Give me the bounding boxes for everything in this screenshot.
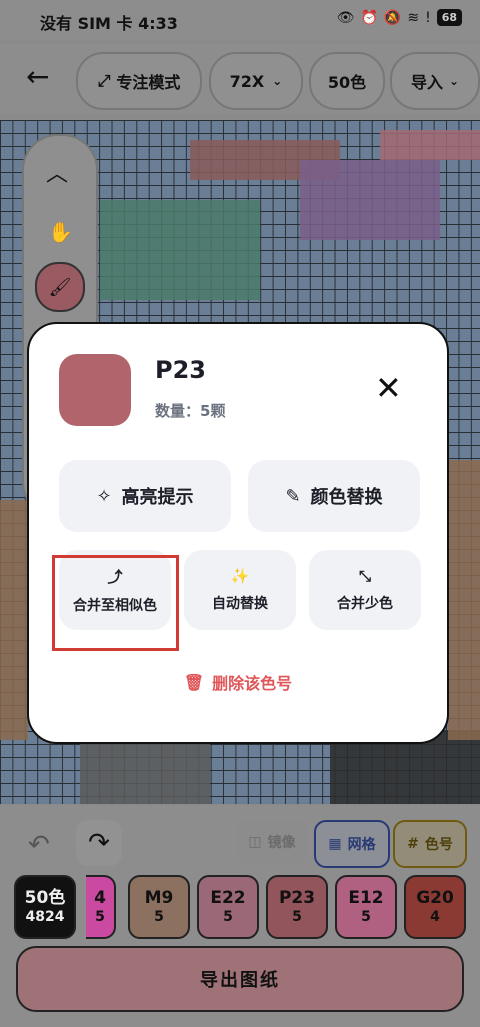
mirror-label: 镜像 bbox=[267, 835, 296, 851]
status-bar: 没有 SIM 卡 4:33 👁 ⏰ 🔕 ≋ ! 68 bbox=[0, 0, 480, 40]
merge-few-button[interactable]: ⤡ 合并少色 bbox=[309, 550, 421, 630]
auto-replace-button[interactable]: ✨ 自动替换 bbox=[184, 550, 296, 630]
swatch-count: 5 bbox=[154, 909, 164, 925]
swatch-code: G20 bbox=[416, 888, 454, 908]
eye-icon: 👁 bbox=[336, 9, 355, 26]
delete-color-label: 删除该色号 bbox=[212, 674, 293, 693]
swatch-code: 4 bbox=[94, 888, 106, 908]
mute-icon: 🔕 bbox=[383, 9, 402, 26]
focus-mode-label: 专注模式 bbox=[116, 73, 181, 92]
quantity-label: 数量： bbox=[155, 402, 201, 420]
mirror-icon: ◫ bbox=[248, 834, 262, 850]
size-label: 72X bbox=[229, 71, 265, 91]
chevron-down-icon: ⌄ bbox=[448, 74, 460, 88]
swatch-count: 4824 bbox=[25, 909, 65, 925]
alarm-icon: ⏰ bbox=[360, 9, 378, 26]
hand-icon[interactable]: ✋ bbox=[48, 220, 73, 244]
swatch-code: M9 bbox=[144, 888, 174, 908]
top-toolbar: ← ⤢ 专注模式 72X ⌄ 50色 导入 ⌄ bbox=[0, 44, 480, 114]
mirror-toggle[interactable]: ◫ 镜像 bbox=[236, 820, 308, 864]
focus-mode-button[interactable]: ⤢ 专注模式 bbox=[76, 52, 202, 110]
swatch-code: E12 bbox=[348, 888, 384, 908]
wifi-icon: ≋ bbox=[407, 9, 420, 26]
sparkle-icon: ✧ bbox=[96, 485, 112, 507]
swatch-item-selected[interactable]: P23 5 bbox=[266, 875, 328, 939]
brush-tool-button[interactable]: 🖌 bbox=[35, 262, 85, 312]
swatch-total[interactable]: 50色 4824 bbox=[14, 875, 76, 939]
undo-icon[interactable]: ↶ bbox=[28, 830, 50, 860]
color-code-label: 色号 bbox=[424, 837, 453, 853]
swatch-count: 4 bbox=[430, 909, 440, 925]
highlight-label: 高亮提示 bbox=[121, 487, 194, 508]
quantity-text: 数量：5颗 bbox=[155, 400, 225, 421]
swatch-item[interactable]: 4 5 bbox=[86, 875, 116, 939]
replace-color-button[interactable]: ✎ 颜色替换 bbox=[248, 460, 420, 532]
brush-icon: 🖌 bbox=[48, 276, 72, 298]
swatch-code: 50色 bbox=[24, 888, 66, 908]
trash-icon: 🗑 bbox=[183, 672, 205, 692]
shrink-icon: ⤡ bbox=[358, 567, 371, 585]
redo-icon: ↷ bbox=[88, 828, 110, 858]
grid-toggle[interactable]: ▦ 网格 bbox=[314, 820, 390, 868]
swatch-item[interactable]: M9 5 bbox=[128, 875, 190, 939]
delete-color-button[interactable]: 🗑 删除该色号 bbox=[29, 670, 447, 694]
close-icon[interactable]: ✕ bbox=[375, 372, 402, 404]
bottom-panel: ↶ ↷ ◫ 镜像 ▦ 网格 # 色号 50色 4824 4 5 M9 5 E22… bbox=[0, 805, 480, 1027]
export-pattern-button[interactable]: 导出图纸 bbox=[16, 946, 464, 1012]
quantity-value: 5颗 bbox=[200, 402, 226, 420]
swatch-count: 5 bbox=[361, 909, 371, 925]
eyedropper-icon: ✎ bbox=[285, 485, 301, 507]
chevron-up-icon[interactable]: ︿ bbox=[46, 156, 68, 188]
color-detail-dialog: P23 数量：5颗 ✕ ✧ 高亮提示 ✎ 颜色替换 ⤴ 合并至相似色 ✨ 自动替… bbox=[27, 322, 449, 744]
swatch-count: 5 bbox=[95, 909, 105, 925]
auto-replace-label: 自动替换 bbox=[212, 596, 268, 612]
status-icons: 👁 ⏰ 🔕 ≋ ! 68 bbox=[337, 9, 462, 26]
highlight-button[interactable]: ✧ 高亮提示 bbox=[59, 460, 231, 532]
replace-color-label: 颜色替换 bbox=[310, 487, 383, 508]
swatch-item[interactable]: E22 5 bbox=[197, 875, 259, 939]
size-dropdown[interactable]: 72X ⌄ bbox=[209, 52, 303, 110]
battery-icon: 68 bbox=[436, 9, 462, 26]
color-code-title: P23 bbox=[155, 356, 206, 384]
colors-button[interactable]: 50色 bbox=[309, 52, 385, 110]
selected-color-swatch bbox=[59, 354, 131, 426]
swatch-code: P23 bbox=[278, 888, 316, 908]
import-dropdown[interactable]: 导入 ⌄ bbox=[390, 52, 480, 110]
swatch-count: 5 bbox=[223, 909, 233, 925]
magic-wand-icon: ✨ bbox=[230, 567, 250, 585]
grid-icon: ▦ bbox=[328, 836, 342, 852]
merge-few-label: 合并少色 bbox=[337, 596, 393, 612]
status-carrier-time: 没有 SIM 卡 4:33 bbox=[40, 14, 178, 33]
redo-button[interactable]: ↷ bbox=[76, 820, 122, 866]
grid-label: 网格 bbox=[347, 837, 376, 853]
annotation-highlight-box bbox=[52, 555, 179, 651]
swatch-item[interactable]: E12 5 bbox=[335, 875, 397, 939]
alert-icon: ! bbox=[425, 9, 431, 26]
back-arrow-icon[interactable]: ← bbox=[26, 60, 49, 93]
import-label: 导入 bbox=[410, 73, 443, 92]
swatch-code: E22 bbox=[210, 888, 246, 908]
color-swatch-bar: 50色 4824 4 5 M9 5 E22 5 P23 5 E12 5 G20 … bbox=[14, 875, 480, 939]
colors-label: 50色 bbox=[327, 73, 367, 92]
swatch-count: 5 bbox=[292, 909, 302, 925]
expand-icon: ⤢ bbox=[97, 71, 111, 90]
hash-icon: # bbox=[407, 836, 419, 852]
swatch-item[interactable]: G20 4 bbox=[404, 875, 466, 939]
chevron-down-icon: ⌄ bbox=[272, 74, 283, 88]
color-code-toggle[interactable]: # 色号 bbox=[393, 820, 467, 868]
